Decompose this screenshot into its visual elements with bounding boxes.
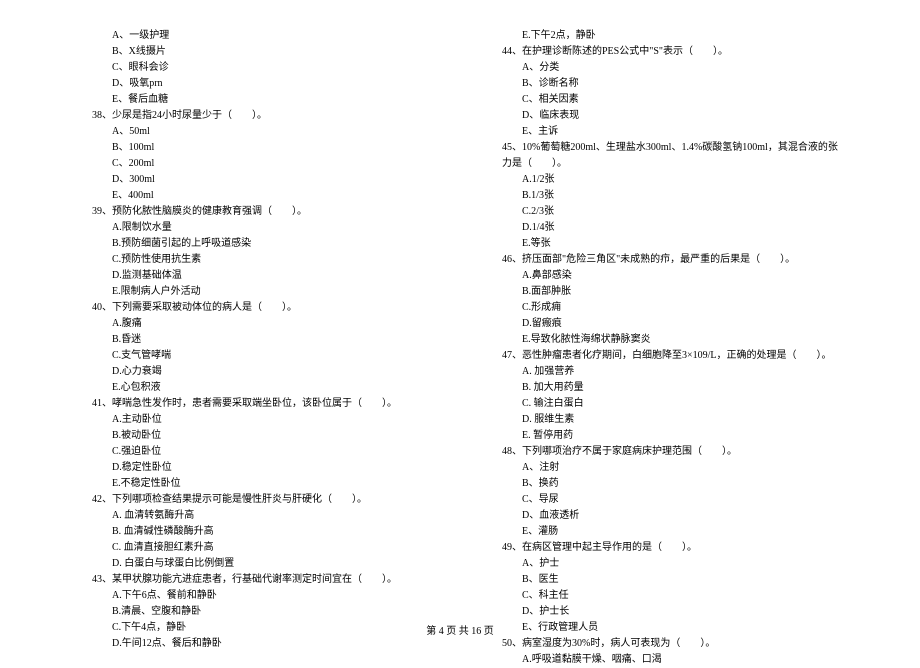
q49-option-c: C、科主任	[490, 588, 840, 604]
q44-text: 44、在护理诊断陈述的PES公式中"S"表示（ ）。	[490, 44, 840, 60]
q44-option-d: D、临床表现	[490, 108, 840, 124]
q37-option-a: A、一级护理	[80, 28, 430, 44]
q48-option-c: C、导尿	[490, 492, 840, 508]
q37-option-d: D、吸氧prn	[80, 76, 430, 92]
q45-option-d: D.1/4张	[490, 220, 840, 236]
q46-option-b: B.面部肿胀	[490, 284, 840, 300]
q49-option-a: A、护士	[490, 556, 840, 572]
q40-option-e: E.心包积液	[80, 380, 430, 396]
q47-option-e: E. 暂停用药	[490, 428, 840, 444]
q47-option-d: D. 服维生素	[490, 412, 840, 428]
q39-option-a: A.限制饮水量	[80, 220, 430, 236]
q48-option-a: A、注射	[490, 460, 840, 476]
q39-option-b: B.预防细菌引起的上呼吸道感染	[80, 236, 430, 252]
q39-option-e: E.限制病人户外活动	[80, 284, 430, 300]
q44-option-c: C、相关因素	[490, 92, 840, 108]
q43-option-a: A.下午6点、餐前和静卧	[80, 588, 430, 604]
q48-option-d: D、血液透析	[490, 508, 840, 524]
q40-option-d: D.心力衰竭	[80, 364, 430, 380]
q44-option-e: E、主诉	[490, 124, 840, 140]
q47-option-b: B. 加大用药量	[490, 380, 840, 396]
q37-option-b: B、X线摄片	[80, 44, 430, 60]
right-column: E.下午2点，静卧 44、在护理诊断陈述的PES公式中"S"表示（ ）。 A、分…	[490, 28, 840, 668]
q46-text: 46、挤压面部"危险三角区"未成熟的疖，最严重的后果是（ ）。	[490, 252, 840, 268]
left-column: A、一级护理 B、X线摄片 C、眼科会诊 D、吸氧prn E、餐后血糖 38、少…	[80, 28, 430, 668]
q43-text: 43、某甲状腺功能亢进症患者，行基础代谢率测定时间宜在（ ）。	[80, 572, 430, 588]
q45-option-e: E.等张	[490, 236, 840, 252]
q39-option-c: C.预防性使用抗生素	[80, 252, 430, 268]
q38-option-a: A、50ml	[80, 124, 430, 140]
q50-option-a: A.呼吸道黏膜干燥、咽痛、口渴	[490, 652, 840, 668]
q42-text: 42、下列哪项检查结果提示可能是慢性肝炎与肝硬化（ ）。	[80, 492, 430, 508]
q40-option-c: C.支气管哮喘	[80, 348, 430, 364]
q45-option-c: C.2/3张	[490, 204, 840, 220]
q49-text: 49、在病区管理中起主导作用的是（ ）。	[490, 540, 840, 556]
q41-option-b: B.被动卧位	[80, 428, 430, 444]
q40-option-a: A.腹痛	[80, 316, 430, 332]
q41-option-d: D.稳定性卧位	[80, 460, 430, 476]
q38-text: 38、少尿是指24小时尿量少于（ ）。	[80, 108, 430, 124]
q47-text: 47、恶性肿瘤患者化疗期间，白细胞降至3×109/L，正确的处理是（ ）。	[490, 348, 840, 364]
q49-option-b: B、医生	[490, 572, 840, 588]
q46-option-d: D.留瘢痕	[490, 316, 840, 332]
q39-option-d: D.监测基础体温	[80, 268, 430, 284]
q38-option-b: B、100ml	[80, 140, 430, 156]
q37-option-e: E、餐后血糖	[80, 92, 430, 108]
q47-option-a: A. 加强营养	[490, 364, 840, 380]
q46-option-c: C.形成痈	[490, 300, 840, 316]
q37-option-c: C、眼科会诊	[80, 60, 430, 76]
q46-option-e: E.导致化脓性海绵状静脉窦炎	[490, 332, 840, 348]
q45-option-b: B.1/3张	[490, 188, 840, 204]
document-columns: A、一级护理 B、X线摄片 C、眼科会诊 D、吸氧prn E、餐后血糖 38、少…	[80, 28, 840, 668]
q42-option-b: B. 血清碱性磷酸酶升高	[80, 524, 430, 540]
q43-option-e: E.下午2点，静卧	[490, 28, 840, 44]
page-footer: 第 4 页 共 16 页	[0, 624, 920, 640]
q41-option-e: E.不稳定性卧位	[80, 476, 430, 492]
q41-text: 41、哮喘急性发作时，患者需要采取端坐卧位，该卧位属于（ ）。	[80, 396, 430, 412]
q41-option-c: C.强迫卧位	[80, 444, 430, 460]
q39-text: 39、预防化脓性脑膜炎的健康教育强调（ ）。	[80, 204, 430, 220]
q44-option-b: B、诊断名称	[490, 76, 840, 92]
q46-option-a: A.鼻部感染	[490, 268, 840, 284]
q45-option-a: A.1/2张	[490, 172, 840, 188]
q48-option-e: E、灌肠	[490, 524, 840, 540]
q42-option-a: A. 血清转氨酶升高	[80, 508, 430, 524]
q47-option-c: C. 输注白蛋白	[490, 396, 840, 412]
q40-option-b: B.昏迷	[80, 332, 430, 348]
q49-option-d: D、护士长	[490, 604, 840, 620]
q43-option-b: B.清晨、空腹和静卧	[80, 604, 430, 620]
q38-option-e: E、400ml	[80, 188, 430, 204]
q41-option-a: A.主动卧位	[80, 412, 430, 428]
q42-option-c: C. 血清直接胆红素升高	[80, 540, 430, 556]
q38-option-d: D、300ml	[80, 172, 430, 188]
q42-option-d: D. 白蛋白与球蛋白比例倒置	[80, 556, 430, 572]
q40-text: 40、下列需要采取被动体位的病人是（ ）。	[80, 300, 430, 316]
q44-option-a: A、分类	[490, 60, 840, 76]
q48-text: 48、下列哪项治疗不属于家庭病床护理范围（ ）。	[490, 444, 840, 460]
q38-option-c: C、200ml	[80, 156, 430, 172]
q48-option-b: B、换药	[490, 476, 840, 492]
q45-text: 45、10%葡萄糖200ml、生理盐水300ml、1.4%碳酸氢钠100ml，其…	[490, 140, 840, 172]
